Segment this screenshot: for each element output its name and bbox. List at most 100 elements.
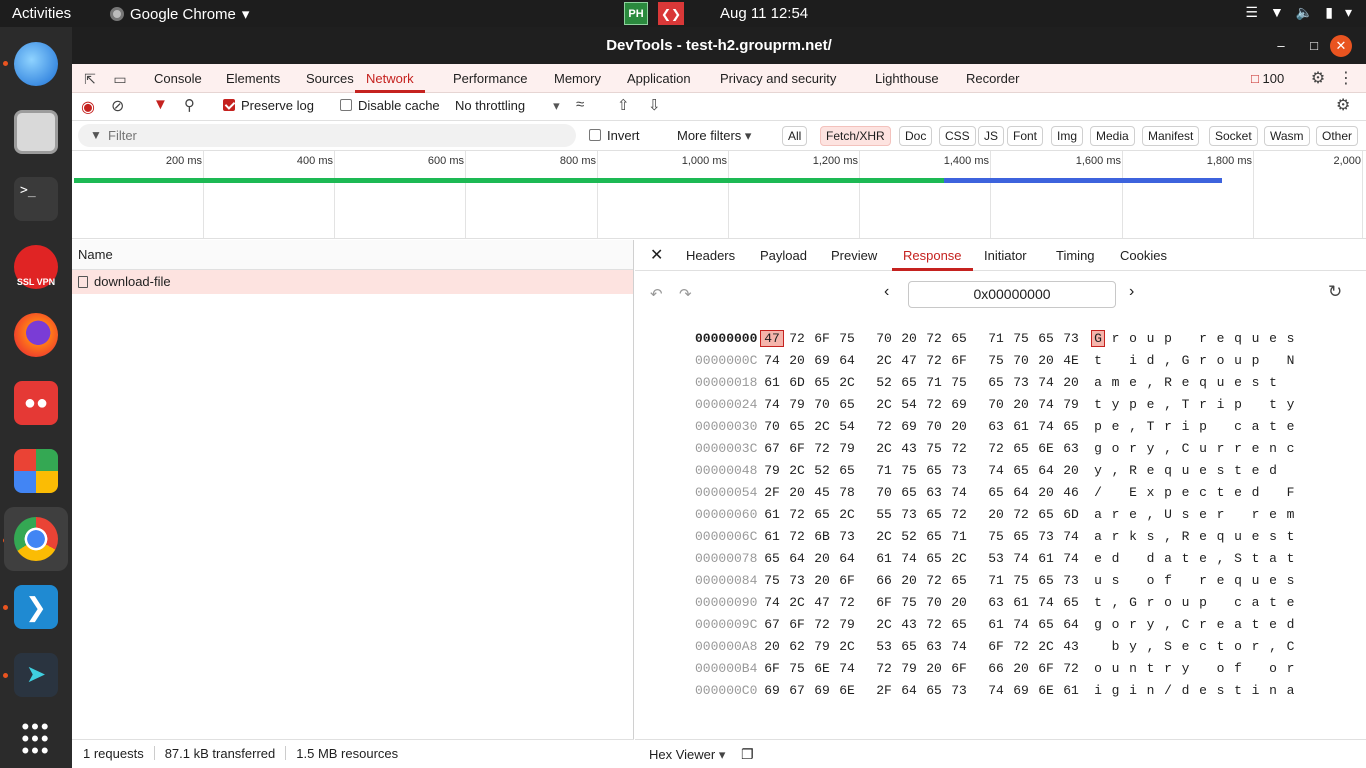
hex-byte[interactable]: 70 — [1010, 353, 1032, 368]
hex-byte[interactable]: 72 — [786, 331, 808, 346]
hex-viewer[interactable]: 00000000 47 72 6F 75 70 20 72 65 71 75 65 73 Gr o u p re… — [635, 321, 1366, 739]
hex-byte[interactable]: 73 — [1010, 375, 1032, 390]
hex-byte[interactable]: 69 — [811, 353, 833, 368]
ascii-char[interactable]: o — [1162, 595, 1174, 610]
hex-byte[interactable]: 65 — [1010, 441, 1032, 456]
settings-gear-icon[interactable]: ⚙ — [1309, 70, 1327, 88]
ascii-char[interactable]: , — [1267, 639, 1279, 654]
hex-byte[interactable]: 63 — [923, 639, 945, 654]
ascii-char[interactable]: e — [1197, 507, 1209, 522]
type-filter-all[interactable]: All — [782, 126, 808, 146]
ascii-char[interactable]: T — [1145, 419, 1157, 434]
ascii-char[interactable]: , — [1145, 639, 1157, 654]
ascii-char[interactable]: d — [1110, 551, 1122, 566]
next-page-icon[interactable]: › — [1129, 283, 1134, 301]
hex-byte[interactable]: 4E — [1060, 353, 1082, 368]
hex-byte[interactable]: 74 — [948, 485, 970, 500]
ascii-char[interactable]: r — [1197, 573, 1209, 588]
hex-byte[interactable]: 71 — [873, 463, 895, 478]
ascii-char[interactable]: / — [1162, 683, 1174, 698]
system-tray[interactable]: ☰ ▼ 🔈 ▮ ▾ — [1245, 4, 1352, 21]
ascii-char[interactable]: r — [1127, 617, 1139, 632]
hex-byte[interactable]: 55 — [873, 507, 895, 522]
hex-byte[interactable]: 20 — [811, 551, 833, 566]
hex-byte[interactable]: 65 — [836, 397, 858, 412]
ascii-char[interactable]: r — [1250, 639, 1262, 654]
ascii-char[interactable]: t — [1285, 551, 1297, 566]
ascii-char[interactable]: e — [1232, 485, 1244, 500]
ascii-char[interactable]: p — [1092, 419, 1104, 434]
hex-byte[interactable]: 65 — [1010, 463, 1032, 478]
ascii-char[interactable]: p — [1232, 397, 1244, 412]
hex-byte[interactable]: 72 — [1010, 639, 1032, 654]
hex-byte[interactable]: 72 — [811, 617, 833, 632]
hex-byte[interactable]: 72 — [836, 595, 858, 610]
hex-byte[interactable]: 79 — [811, 639, 833, 654]
ascii-char[interactable]: a — [1250, 595, 1262, 610]
tab-cookies[interactable]: Cookies — [1120, 240, 1167, 271]
hex-byte[interactable]: 72 — [873, 661, 895, 676]
ascii-char[interactable]: t — [1092, 353, 1104, 368]
hex-byte[interactable]: 20 — [811, 573, 833, 588]
hex-byte[interactable]: 2C — [836, 375, 858, 390]
search-icon[interactable]: ⚲ — [184, 96, 195, 114]
ascii-char[interactable]: r — [1162, 661, 1174, 676]
hex-byte[interactable]: 65 — [948, 573, 970, 588]
ascii-char[interactable]: c — [1232, 595, 1244, 610]
ascii-char[interactable]: e — [1232, 375, 1244, 390]
hex-byte[interactable]: 65 — [1060, 419, 1082, 434]
ascii-char[interactable]: s — [1110, 573, 1122, 588]
ascii-char[interactable]: o — [1267, 661, 1279, 676]
hex-byte[interactable]: 74 — [898, 551, 920, 566]
ascii-char[interactable]: o — [1215, 661, 1227, 676]
ascii-char[interactable]: q — [1232, 331, 1244, 346]
ascii-char[interactable]: t — [1092, 397, 1104, 412]
hex-byte[interactable]: 69 — [761, 683, 783, 698]
tab-performance[interactable]: Performance — [453, 64, 527, 93]
ascii-char[interactable]: e — [1250, 529, 1262, 544]
hex-byte[interactable]: 63 — [1060, 441, 1082, 456]
hex-byte[interactable]: 65 — [985, 485, 1007, 500]
hex-byte[interactable]: 75 — [923, 441, 945, 456]
ascii-char[interactable]: c — [1197, 639, 1209, 654]
ascii-char[interactable]: e — [1145, 397, 1157, 412]
hex-byte[interactable]: 2F — [873, 683, 895, 698]
ascii-char[interactable]: t — [1267, 397, 1279, 412]
remmina-icon[interactable]: ➤ — [10, 649, 62, 701]
type-filter-font[interactable]: Font — [1007, 126, 1044, 146]
hex-byte[interactable]: 20 — [1010, 397, 1032, 412]
clear-icon[interactable]: ⊘ — [111, 96, 124, 116]
hex-byte[interactable]: 70 — [923, 595, 945, 610]
hex-byte[interactable]: 72 — [786, 507, 808, 522]
hex-byte[interactable]: 66 — [985, 661, 1007, 676]
hex-byte[interactable]: 74 — [1035, 397, 1057, 412]
hex-byte[interactable]: 74 — [1035, 375, 1057, 390]
hex-byte[interactable]: 65 — [985, 375, 1007, 390]
ascii-char[interactable]: R — [1180, 529, 1192, 544]
ascii-char[interactable]: e — [1180, 375, 1192, 390]
ascii-char[interactable]: E — [1127, 485, 1139, 500]
hex-byte[interactable]: 62 — [786, 639, 808, 654]
hex-byte[interactable]: 2C — [948, 551, 970, 566]
hex-byte[interactable]: 6E — [1035, 441, 1057, 456]
ascii-char[interactable]: c — [1285, 441, 1297, 456]
hex-byte[interactable]: 72 — [1010, 507, 1032, 522]
ascii-char[interactable]: r — [1110, 507, 1122, 522]
filter-box[interactable]: ▼ — [78, 124, 576, 147]
ascii-char[interactable]: t — [1285, 529, 1297, 544]
hex-byte[interactable]: 6F — [948, 353, 970, 368]
ascii-char[interactable]: s — [1215, 463, 1227, 478]
ascii-char[interactable]: u — [1110, 661, 1122, 676]
hex-byte[interactable]: 72 — [786, 529, 808, 544]
activities-button[interactable]: Activities — [12, 5, 71, 22]
hex-byte[interactable]: 75 — [898, 595, 920, 610]
ascii-char[interactable]: a — [1267, 551, 1279, 566]
ascii-char[interactable]: i — [1250, 683, 1262, 698]
hex-byte[interactable]: 20 — [786, 353, 808, 368]
filter-input[interactable] — [108, 127, 558, 144]
hex-byte[interactable]: 72 — [873, 419, 895, 434]
hex-byte[interactable]: 79 — [836, 617, 858, 632]
device-toolbar-icon[interactable]: ▭ — [111, 70, 129, 88]
hex-byte[interactable]: 53 — [873, 639, 895, 654]
hex-byte[interactable]: 52 — [873, 375, 895, 390]
